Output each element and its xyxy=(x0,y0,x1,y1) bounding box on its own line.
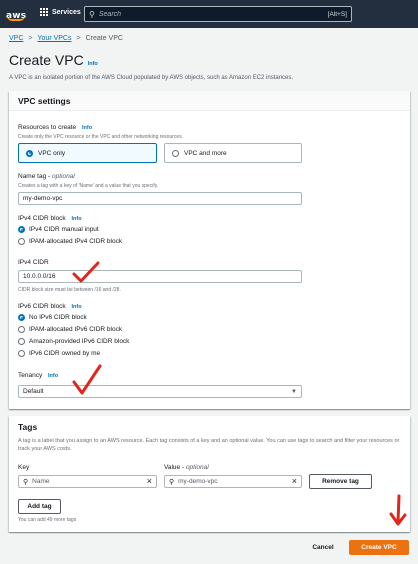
grid-icon xyxy=(40,8,48,16)
tags-description: A tag is a label that you assign to an A… xyxy=(18,438,400,452)
tenancy-select[interactable]: Default ▼ xyxy=(18,385,302,398)
tenancy-label: Tenancy Info xyxy=(18,372,58,379)
aws-logo[interactable]: aws xyxy=(6,5,28,23)
clear-icon[interactable]: × xyxy=(147,477,152,486)
add-tag-button[interactable]: Add tag xyxy=(18,499,61,514)
search-input[interactable] xyxy=(98,10,328,18)
top-nav-bar: aws Services ⚲ [Alt+S] xyxy=(0,0,418,28)
tag-value-label: Value - optional xyxy=(164,464,209,471)
vpc-settings-panel: VPC settings Resources to create Info Cr… xyxy=(9,91,410,409)
services-label: Services xyxy=(52,8,81,16)
radio-ipv6-ipam[interactable] xyxy=(18,326,25,333)
tag-value-value: my-demo-vpc xyxy=(178,478,218,485)
ipv6-block-info-link[interactable]: Info xyxy=(72,304,82,310)
resource-option-vpc-and-more-label: VPC and more xyxy=(184,149,227,157)
breadcrumb-your-vpcs[interactable]: Your VPCs xyxy=(38,35,72,42)
tag-value-optional: optional xyxy=(185,464,209,471)
ipv4-block-info-link[interactable]: Info xyxy=(72,216,82,222)
search-icon: ⚲ xyxy=(23,478,29,486)
name-tag-label-text: Name tag xyxy=(18,173,47,180)
tag-key-value: Name xyxy=(32,478,50,485)
breadcrumb-vpc[interactable]: VPC xyxy=(9,35,23,42)
ipv4-block-label-text: IPv4 CIDR block xyxy=(18,215,66,222)
clear-icon[interactable]: × xyxy=(292,477,297,486)
ipv4-block-label: IPv4 CIDR block Info xyxy=(18,215,82,222)
name-tag-label: Name tag - optional xyxy=(18,173,75,180)
resource-option-vpc-and-more[interactable]: VPC and more xyxy=(164,143,302,163)
global-search[interactable]: ⚲ [Alt+S] xyxy=(84,6,352,22)
ipv6-option-amazon[interactable]: Amazon-provided IPv6 CIDR block xyxy=(18,338,129,345)
tag-value-input[interactable]: ⚲ my-demo-vpc × xyxy=(164,475,302,488)
tag-key-label: Key xyxy=(18,464,30,471)
radio-ipv4-ipam[interactable] xyxy=(18,238,25,245)
breadcrumb-separator: > xyxy=(76,35,81,42)
search-shortcut: [Alt+S] xyxy=(327,10,347,18)
caret-down-icon: ▼ xyxy=(291,388,297,395)
ipv4-cidr-label: IPv4 CIDR xyxy=(18,259,49,266)
radio-ipv4-manual[interactable] xyxy=(18,226,25,233)
page-title: Create VPC Info xyxy=(9,52,98,68)
aws-smile-icon xyxy=(7,16,25,21)
ipv6-block-label: IPv6 CIDR block Info xyxy=(18,303,82,310)
ipv4-option-ipam-label: IPAM-allocated IPv4 CIDR block xyxy=(29,238,123,245)
resource-option-vpc-only-label: VPC only xyxy=(38,149,66,157)
cancel-button[interactable]: Cancel xyxy=(306,540,340,555)
vpc-settings-heading: VPC settings xyxy=(9,91,410,111)
tenancy-label-text: Tenancy xyxy=(18,372,43,379)
resources-label-text: Resources to create xyxy=(18,124,77,131)
tags-heading: Tags xyxy=(9,416,410,436)
ipv4-cidr-hint: CIDR block size must be between /16 and … xyxy=(18,287,121,293)
create-vpc-button[interactable]: Create VPC xyxy=(349,540,409,555)
radio-ipv6-amazon[interactable] xyxy=(18,338,25,345)
services-menu-button[interactable]: Services xyxy=(40,8,81,16)
page-title-text: Create VPC xyxy=(9,52,84,68)
red-down-arrow-annotation-icon xyxy=(389,494,407,526)
resources-hint: Create only the VPC resource or the VPC … xyxy=(18,134,184,140)
radio-ipv6-none[interactable] xyxy=(18,314,25,321)
name-tag-optional: optional xyxy=(51,173,75,180)
ipv6-option-none[interactable]: No IPv6 CIDR block xyxy=(18,314,87,321)
remove-tag-button[interactable]: Remove tag xyxy=(309,474,372,489)
ipv6-option-none-label: No IPv6 CIDR block xyxy=(29,314,87,321)
breadcrumb-current: Create VPC xyxy=(85,35,123,42)
ipv6-option-owned[interactable]: IPv6 CIDR owned by me xyxy=(18,350,100,357)
tags-limit-text: You can add 49 more tags xyxy=(18,517,77,523)
resources-label: Resources to create Info xyxy=(18,124,92,131)
page-description: A VPC is an isolated portion of the AWS … xyxy=(9,75,294,81)
name-tag-hint: Creates a tag with a key of 'Name' and a… xyxy=(18,183,159,189)
name-tag-input[interactable] xyxy=(18,192,302,205)
resources-info-link[interactable]: Info xyxy=(82,125,92,131)
radio-vpc-and-more[interactable] xyxy=(172,149,179,157)
ipv6-option-amazon-label: Amazon-provided IPv6 CIDR block xyxy=(29,338,130,345)
radio-ipv6-owned[interactable] xyxy=(18,350,25,357)
tag-value-label-text: Value xyxy=(164,464,181,471)
breadcrumb-separator: > xyxy=(28,35,33,42)
page-info-link[interactable]: Info xyxy=(88,61,98,67)
search-icon: ⚲ xyxy=(89,9,95,19)
tenancy-selected-value: Default xyxy=(23,388,44,395)
tag-key-input[interactable]: ⚲ Name × xyxy=(18,475,157,488)
search-icon: ⚲ xyxy=(169,478,175,486)
ipv6-option-ipam-label: IPAM-allocated IPv6 CIDR block xyxy=(29,326,123,333)
breadcrumb: VPC > Your VPCs > Create VPC xyxy=(9,35,123,42)
radio-vpc-only[interactable] xyxy=(26,149,33,157)
ipv6-option-ipam[interactable]: IPAM-allocated IPv6 CIDR block xyxy=(18,326,122,333)
tags-panel: Tags A tag is a label that you assign to… xyxy=(9,416,410,532)
ipv4-option-ipam[interactable]: IPAM-allocated IPv4 CIDR block xyxy=(18,238,122,245)
ipv4-option-manual[interactable]: IPv4 CIDR manual input xyxy=(18,226,99,233)
ipv6-block-label-text: IPv6 CIDR block xyxy=(18,303,66,310)
ipv4-option-manual-label: IPv4 CIDR manual input xyxy=(29,226,99,233)
resource-option-vpc-only[interactable]: VPC only xyxy=(18,143,157,163)
ipv6-option-owned-label: IPv6 CIDR owned by me xyxy=(29,350,101,357)
tenancy-info-link[interactable]: Info xyxy=(48,373,58,379)
ipv4-cidr-input[interactable] xyxy=(18,270,302,283)
